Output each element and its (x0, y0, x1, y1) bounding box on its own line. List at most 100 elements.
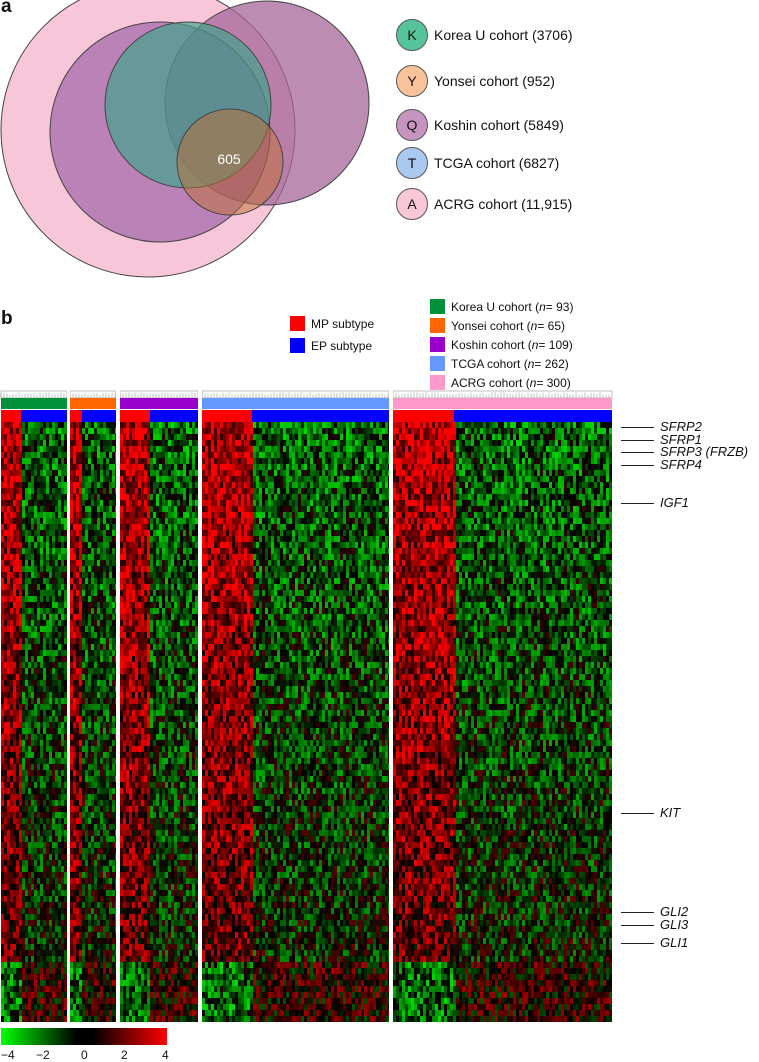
heatmap-cell (100, 728, 103, 734)
heatmap-cell (34, 518, 37, 524)
heatmap-cell (49, 860, 52, 866)
heatmap-cell (64, 914, 67, 920)
heatmap-cell (16, 620, 19, 626)
heatmap-cell (16, 452, 19, 458)
heatmap-cell (34, 806, 37, 812)
heatmap-cell (55, 482, 58, 488)
heatmap-cell (195, 590, 198, 596)
heatmap-cell (55, 830, 58, 836)
heatmap-cell (10, 968, 13, 974)
heatmap-cell (186, 464, 189, 470)
heatmap-cell (171, 548, 174, 554)
heatmap-cell (129, 440, 132, 446)
heatmap-cell (180, 638, 183, 644)
heatmap-cell (19, 770, 22, 776)
heatmap-cell (76, 932, 79, 938)
heatmap-cell (70, 536, 73, 542)
heatmap-cell (186, 542, 189, 548)
heatmap-cell (64, 440, 67, 446)
heatmap-cell (37, 974, 40, 980)
heatmap-cell (70, 962, 73, 968)
heatmap-cell (43, 716, 46, 722)
heatmap-cell (141, 578, 144, 584)
heatmap-cell (46, 794, 49, 800)
heatmap-cell (13, 1016, 16, 1022)
heatmap-cell (10, 776, 13, 782)
heatmap-cell (97, 788, 100, 794)
heatmap-cell (147, 626, 150, 632)
heatmap-cell (112, 488, 115, 494)
heatmap-cell (61, 998, 64, 1004)
heatmap-cell (103, 854, 106, 860)
heatmap-cell (192, 470, 195, 476)
heatmap-cell (85, 848, 88, 854)
heatmap-cell (97, 662, 100, 668)
heatmap-cell (37, 758, 40, 764)
heatmap-cell (82, 662, 85, 668)
heatmap-cell (58, 800, 61, 806)
heatmap-cell (97, 968, 100, 974)
heatmap-cell (40, 938, 43, 944)
heatmap-cell (106, 866, 109, 872)
heatmap-cell (100, 944, 103, 950)
heatmap-cell (82, 482, 85, 488)
heatmap-cell (183, 428, 186, 434)
heatmap-cell (82, 500, 85, 506)
heatmap-cell (135, 488, 138, 494)
heatmap-cell (70, 914, 73, 920)
heatmap-cell (28, 926, 31, 932)
heatmap-cell (7, 434, 10, 440)
heatmap-cell (52, 824, 55, 830)
heatmap-cell (34, 686, 37, 692)
heatmap-cell (31, 422, 34, 428)
heatmap-cell (25, 692, 28, 698)
heatmap-cell (4, 806, 7, 812)
heatmap-cell (25, 434, 28, 440)
heatmap-cell (123, 458, 126, 464)
heatmap-cell (64, 692, 67, 698)
heatmap-cell (94, 650, 97, 656)
heatmap-cell (195, 494, 198, 500)
heatmap-cell (13, 536, 16, 542)
heatmap-cell (100, 644, 103, 650)
heatmap-cell (106, 854, 109, 860)
heatmap-cell (189, 554, 192, 560)
heatmap-cell (1, 950, 4, 956)
heatmap-cell (192, 596, 195, 602)
heatmap-cell (55, 986, 58, 992)
heatmap-cell (192, 572, 195, 578)
heatmap-cell (22, 434, 25, 440)
heatmap-cell (52, 680, 55, 686)
heatmap-cell (144, 422, 147, 428)
heatmap-cell (91, 608, 94, 614)
heatmap-cell (112, 566, 115, 572)
heatmap-cell (177, 560, 180, 566)
heatmap-cell (103, 692, 106, 698)
heatmap-cell (112, 422, 115, 428)
heatmap-cell (100, 656, 103, 662)
heatmap-cell (52, 602, 55, 608)
heatmap-cell (40, 530, 43, 536)
venn-intersection-count: 605 (217, 151, 241, 167)
heatmap-cell (37, 872, 40, 878)
heatmap-cell (70, 572, 73, 578)
heatmap-cell (150, 572, 153, 578)
heatmap-cell (37, 944, 40, 950)
heatmap-cell (79, 896, 82, 902)
heatmap-cell (7, 614, 10, 620)
heatmap-cell (186, 488, 189, 494)
heatmap-cell (103, 446, 106, 452)
heatmap-cell (13, 950, 16, 956)
heatmap-cell (31, 860, 34, 866)
heatmap-cell (159, 560, 162, 566)
heatmap-cell (76, 902, 79, 908)
heatmap-cell (94, 500, 97, 506)
heatmap-cell (34, 590, 37, 596)
heatmap-cell (73, 482, 76, 488)
heatmap-cell (10, 848, 13, 854)
heatmap-cell (97, 878, 100, 884)
heatmap-cell (19, 590, 22, 596)
heatmap-cell (112, 692, 115, 698)
heatmap-cell (43, 860, 46, 866)
heatmap-cell (19, 980, 22, 986)
